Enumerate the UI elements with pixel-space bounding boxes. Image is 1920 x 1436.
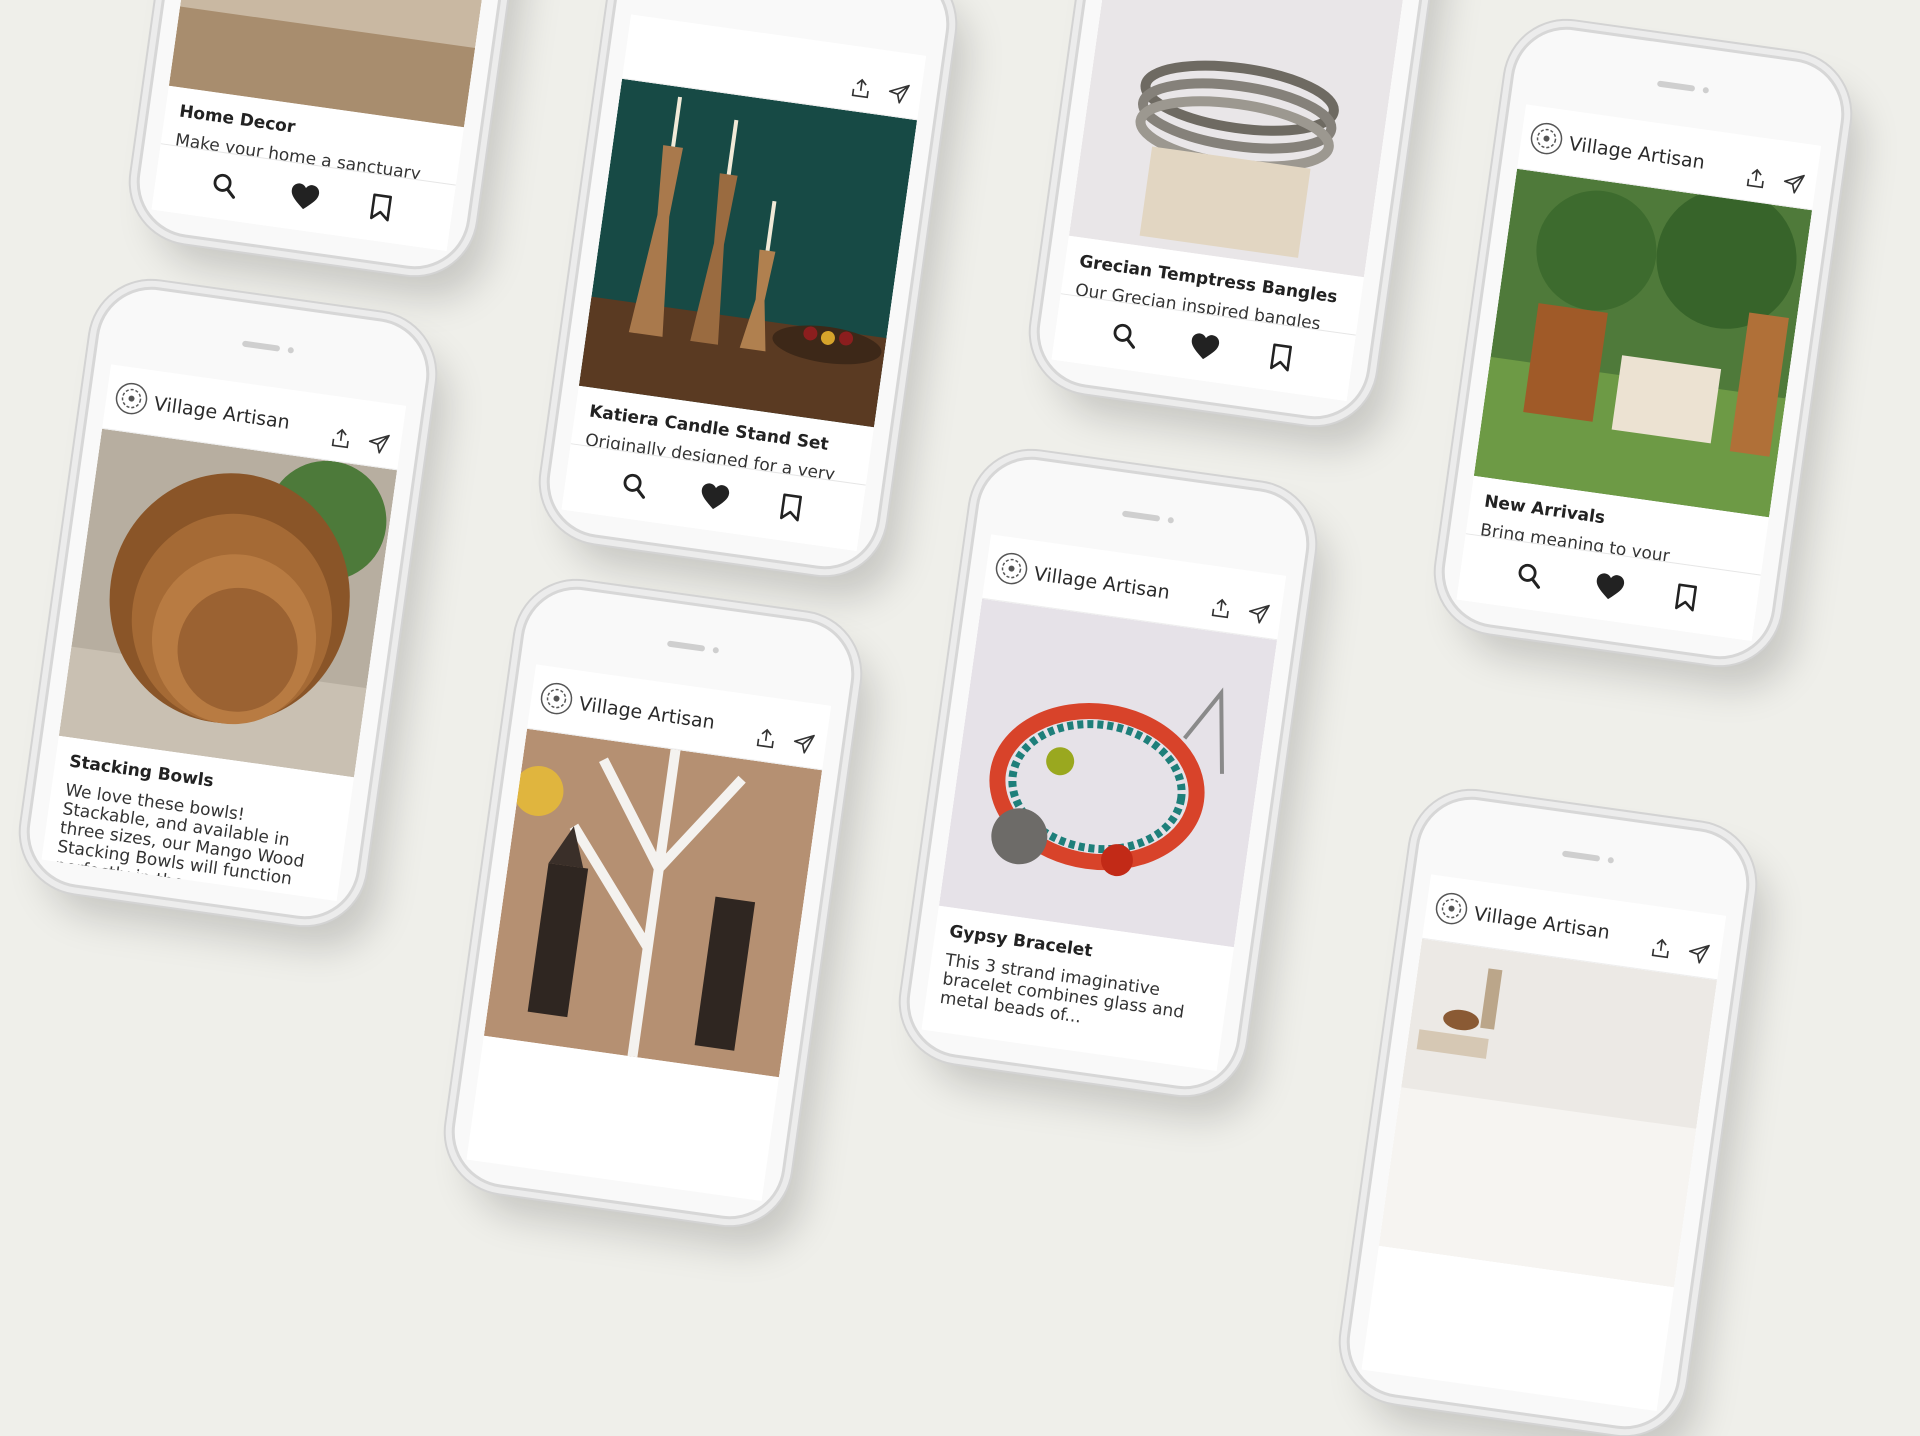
post-image [483,728,823,1078]
mandala-logo-icon [992,549,1030,587]
app-screen: Village Artisan [466,664,832,1202]
send-icon[interactable] [1235,604,1271,630]
bookmark-icon[interactable] [367,192,395,227]
phone-camera [1167,516,1175,524]
search-icon[interactable] [618,470,650,506]
phone-mockup-stacking-bowls: Village Artisan Stacking Bowls We love t… [19,279,437,927]
phone-mockup-gypsy-bracelet: Village Artisan Gypsy Bracelet This 3 st… [899,449,1317,1097]
share-icon[interactable] [1638,938,1672,964]
post-image [1378,938,1718,1288]
brand-name: Village Artisan [1472,902,1612,944]
phone-mockup-earrings: Village Artisan [444,579,862,1227]
bookmark-icon[interactable] [1267,342,1295,377]
post-image [1473,168,1813,518]
mandala-logo-icon [1432,889,1470,927]
phone-mockup-new-arrivals: Village Artisan New Arrivals Bring meani… [1434,19,1852,667]
phone-camera [1702,86,1710,94]
search-icon[interactable] [208,170,240,206]
share-icon[interactable] [1198,598,1232,624]
phone-speaker [241,340,281,352]
heart-icon[interactable] [1187,331,1221,367]
app-screen: Grecian Temptress Bangles Our Grecian in… [1051,0,1417,402]
phone-mockup-candle-stand: Katiera Candle Stand Set Originally desi… [539,0,957,577]
search-icon[interactable] [1513,560,1545,596]
app-screen: Katiera Candle Stand Set Originally desi… [561,14,927,552]
brand-name: Village Artisan [577,692,717,734]
heart-icon[interactable] [1592,571,1626,607]
phone-speaker [666,640,706,652]
post-image [578,78,918,428]
brand-name: Village Artisan [152,392,292,434]
share-icon[interactable] [743,728,777,754]
heart-icon[interactable] [287,181,321,217]
share-icon[interactable] [838,78,872,104]
send-icon[interactable] [780,734,816,760]
bookmark-icon[interactable] [1672,582,1700,617]
bookmark-icon[interactable] [777,492,805,527]
phone-camera [712,646,720,654]
post-image [58,428,398,778]
app-screen: Village Artisan [1361,874,1727,1412]
brand-name: Village Artisan [1032,562,1172,604]
phone-speaker [1656,80,1696,92]
mandala-logo-icon [112,379,150,417]
send-icon[interactable] [1770,174,1806,200]
post-image [938,598,1278,948]
app-screen: Home Decor Make your home a sanctuary th… [151,0,517,252]
app-screen: Village Artisan New Arrivals Bring meani… [1456,104,1822,642]
phone-mockup-home-decor: Home Decor Make your home a sanctuary th… [129,0,547,277]
mandala-logo-icon [1527,119,1565,157]
send-icon[interactable] [1675,944,1711,970]
phone-mockup-bangles: Grecian Temptress Bangles Our Grecian in… [1029,0,1447,427]
share-icon[interactable] [1733,168,1767,194]
send-icon[interactable] [355,434,391,460]
phone-mockup-home-interior: Village Artisan [1339,789,1757,1436]
phone-camera [1607,856,1615,864]
post-image [1068,0,1408,278]
send-icon[interactable] [875,84,911,110]
search-icon[interactable] [1108,320,1140,356]
phone-speaker [1121,510,1161,522]
phone-camera [287,346,295,354]
phone-speaker [1561,850,1601,862]
mandala-logo-icon [537,679,575,717]
app-screen: Village Artisan Gypsy Bracelet This 3 st… [921,534,1287,1072]
app-screen: Village Artisan Stacking Bowls We love t… [41,364,407,902]
share-icon[interactable] [318,428,352,454]
brand-name: Village Artisan [1567,132,1707,174]
heart-icon[interactable] [697,481,731,517]
